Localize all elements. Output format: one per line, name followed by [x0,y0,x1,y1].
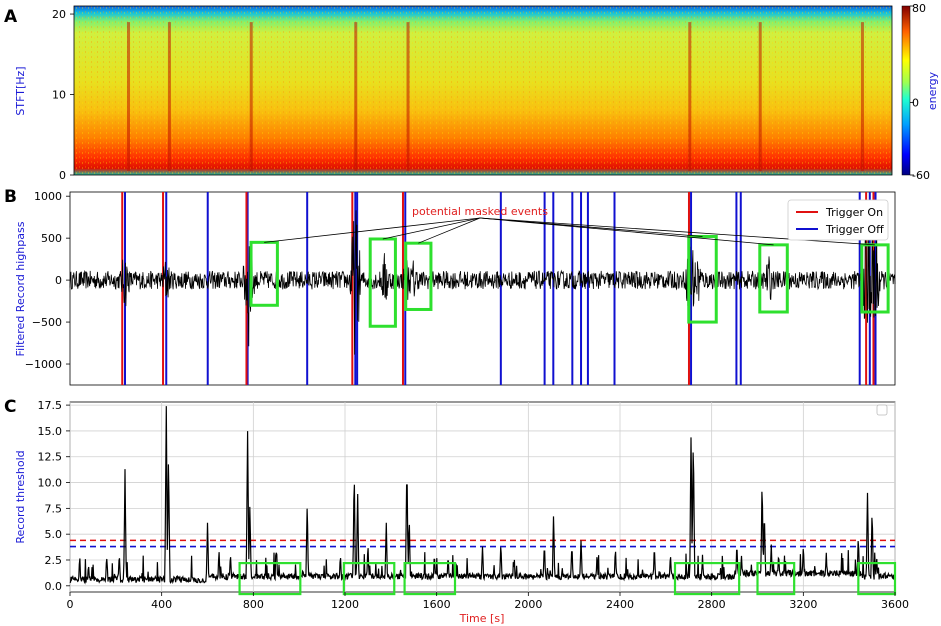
panel-c-label: C [4,397,16,417]
b-ytick-label-1: 500 [41,232,62,245]
spectrogram-event-1 [167,22,171,171]
c-ytick-label-2: 12.5 [38,451,63,464]
spectrogram-event-4 [406,22,410,171]
spectrogram-event-5 [688,22,692,171]
b-ytick-label-2: 0 [55,274,62,287]
c-xtick-label-9: 3600 [881,598,909,611]
c-ytick-label-0: 17.5 [38,399,63,412]
spectrogram-texture [74,6,892,175]
b-ytick-label-4: −1000 [25,358,62,371]
c-xtick-label-3: 1200 [331,598,359,611]
c-xtick-label-6: 2400 [606,598,634,611]
colorbar [901,5,911,176]
c-ytick-label-6: 2.5 [45,554,63,567]
colorbar-label: energy [926,71,939,110]
panel-b: B potential masked events 1000 500 0 −500 −1… [4,187,896,386]
cbar-tick-label-0: 80 [912,2,926,15]
b-ytick-label-3: −500 [32,316,62,329]
spectrogram-event-0 [127,22,131,171]
panel-c-yticks: 17.5 15.0 12.5 10.0 7.5 5.0 2.5 0.0 [38,399,70,593]
panel-c-ylabel: Record threshold [14,450,27,543]
c-xtick-label-0: 0 [67,598,74,611]
legend-trigger-off: Trigger Off [825,223,884,236]
c-ytick-label-5: 5.0 [45,528,63,541]
figure: A 01020 STFT[Hz] 800-60 energy B potenti… [4,2,939,625]
panel-a-ylabel: STFT[Hz] [14,66,27,115]
c-xtick-label-8: 3200 [789,598,817,611]
a-ytick-label-2: 20 [52,8,66,21]
c-ytick-label-3: 10.0 [38,477,63,490]
cbar-tick-label-2: -60 [912,169,930,182]
c-ytick-label-4: 7.5 [45,502,63,515]
legend-trigger-on: Trigger On [825,206,883,219]
empty-legend [876,404,888,416]
spectrogram-event-7 [860,22,864,171]
spectrogram-event-2 [249,22,253,171]
c-xtick-label-5: 2000 [514,598,542,611]
a-ytick-label-0: 0 [59,169,66,182]
spectrogram-event-6 [758,22,762,171]
panel-c: C 17.5 15.0 12.5 10.0 7.5 5.0 2.5 0.0 0 400 800 12… [4,397,909,625]
panel-b-label: B [4,187,17,207]
annotation-text: potential masked events [412,205,548,218]
c-xtick-label-1: 400 [151,598,172,611]
c-ytick-label-1: 15.0 [38,425,63,438]
c-xtick-label-7: 2800 [698,598,726,611]
a-ytick-label-1: 10 [52,89,66,102]
spectrogram-event-3 [354,22,358,171]
c-xtick-label-4: 1600 [423,598,451,611]
panel-a-label: A [4,7,18,27]
panel-a: A 0 10 20 STFT[Hz] 80 0 -60 energy [4,2,939,182]
panel-c-xlabel: Time [s] [459,612,505,625]
cbar-tick-label-1: 0 [912,97,919,110]
legend: Trigger On Trigger Off [787,199,889,241]
panel-b-yticks: 1000 500 0 −500 −1000 [25,190,70,371]
panel-a-yticks: 0 10 20 [52,8,74,182]
c-xtick-label-2: 800 [243,598,264,611]
c-ytick-label-7: 0.0 [45,580,63,593]
panel-b-ylabel: Filtered Record highpass [14,221,27,356]
b-ytick-label-0: 1000 [34,190,62,203]
